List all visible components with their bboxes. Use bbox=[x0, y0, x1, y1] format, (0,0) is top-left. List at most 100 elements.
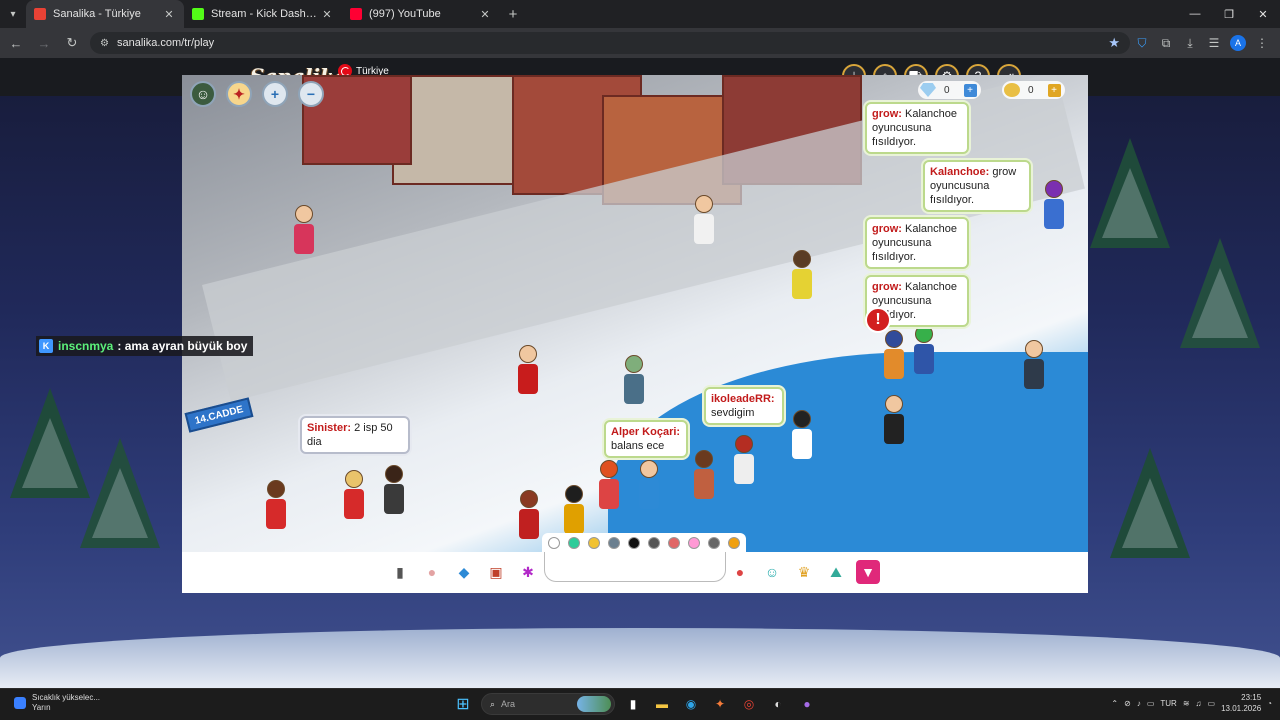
zoom-in-icon[interactable]: + bbox=[262, 81, 288, 107]
diamond-counter: 0 + bbox=[918, 81, 981, 99]
friends-icon[interactable]: ☺ bbox=[760, 560, 784, 584]
player-avatar[interactable] bbox=[382, 465, 406, 515]
download-icon[interactable]: ⤓ bbox=[1178, 32, 1202, 54]
player-avatar[interactable] bbox=[882, 395, 906, 445]
taskbar-search[interactable]: ⌕ Ara bbox=[481, 693, 615, 715]
player-avatar[interactable] bbox=[882, 330, 906, 380]
chrome-icon[interactable]: ◎ bbox=[738, 693, 760, 715]
tab-kick-dashboard[interactable]: Stream - Kick Dashboard ✕ bbox=[184, 0, 342, 28]
menu-toggle-icon[interactable]: ▼ bbox=[856, 560, 880, 584]
player-avatar[interactable] bbox=[1042, 180, 1066, 230]
weather-widget[interactable]: Sıcaklık yükselec... Yarın bbox=[14, 693, 100, 713]
color-swatch-pink[interactable] bbox=[688, 537, 700, 549]
tab-sanalika[interactable]: Sanalika - Türkiye ✕ bbox=[26, 0, 184, 28]
tray-overflow-icon[interactable]: ⌃ bbox=[1111, 699, 1118, 708]
buy-coins-button[interactable]: + bbox=[1047, 83, 1061, 97]
obs-icon[interactable]: ◐ bbox=[767, 693, 789, 715]
player-avatar[interactable] bbox=[517, 490, 541, 540]
bookmark-star-icon[interactable]: ★ bbox=[1108, 35, 1120, 51]
alert-icon[interactable]: ! bbox=[865, 307, 891, 333]
search-highlight-image bbox=[577, 696, 611, 712]
buy-diamonds-button[interactable]: + bbox=[963, 83, 977, 97]
color-swatch-yellow[interactable] bbox=[588, 537, 600, 549]
emote-icon[interactable]: ● bbox=[420, 560, 444, 584]
file-explorer-icon[interactable]: ▬ bbox=[651, 693, 673, 715]
profile-avatar[interactable]: A bbox=[1230, 35, 1246, 51]
mic-icon[interactable]: ♪ bbox=[1137, 699, 1141, 708]
reading-list-icon[interactable]: ☰ bbox=[1202, 32, 1226, 54]
browser-toolbar: ← → ↻ ⚙ sanalika.com/tr/play ★ ⛉ ⧉ ⤓ ☰ A… bbox=[0, 28, 1280, 58]
chat-bubbles-icon[interactable]: ● bbox=[728, 560, 752, 584]
start-icon[interactable]: ⊞ bbox=[452, 693, 474, 715]
player-avatar[interactable] bbox=[597, 460, 621, 510]
player-avatar[interactable] bbox=[516, 345, 540, 395]
phone-icon[interactable]: ▮ bbox=[388, 560, 412, 584]
player-avatar[interactable] bbox=[292, 205, 316, 255]
player-avatar[interactable] bbox=[1022, 340, 1046, 390]
network-icon[interactable]: ⊘ bbox=[1124, 699, 1131, 708]
dance-icon[interactable]: ✱ bbox=[516, 560, 540, 584]
pet-icon[interactable]: ◆ bbox=[452, 560, 476, 584]
tray-app-icon[interactable]: ▭ bbox=[1147, 699, 1155, 708]
chat-bubble: Alper Koçari: balans ece bbox=[604, 420, 688, 458]
chat-input[interactable] bbox=[544, 552, 726, 582]
color-swatch-orange[interactable] bbox=[728, 537, 740, 549]
color-swatch-darkgray[interactable] bbox=[708, 537, 720, 549]
zoom-out-icon[interactable]: − bbox=[298, 81, 324, 107]
game-toolbar: ▮ ● ◆ ▣ ✱ ● ☺ ♛ ⛰ ▼ bbox=[182, 552, 1088, 593]
player-avatar[interactable] bbox=[692, 450, 716, 500]
close-tab-icon[interactable]: ✕ bbox=[478, 8, 492, 21]
close-tab-icon[interactable]: ✕ bbox=[320, 8, 334, 21]
player-avatar[interactable] bbox=[732, 435, 756, 485]
close-tab-icon[interactable]: ✕ bbox=[162, 8, 176, 21]
player-avatar[interactable] bbox=[637, 460, 661, 510]
player-avatar[interactable] bbox=[912, 325, 936, 375]
player-avatar[interactable] bbox=[264, 480, 288, 530]
player-avatar[interactable] bbox=[790, 250, 814, 300]
address-bar[interactable]: ⚙ sanalika.com/tr/play ★ bbox=[90, 32, 1130, 54]
wifi-icon[interactable]: ≋ bbox=[1183, 699, 1190, 708]
color-swatch-gray[interactable] bbox=[648, 537, 660, 549]
player-avatar[interactable] bbox=[622, 355, 646, 405]
player-avatar[interactable] bbox=[790, 410, 814, 460]
clock-time: 23:15 bbox=[1241, 693, 1262, 702]
color-swatch-white[interactable] bbox=[548, 537, 560, 549]
minimize-icon[interactable]: — bbox=[1178, 0, 1212, 28]
close-window-icon[interactable]: ✕ bbox=[1246, 0, 1280, 28]
forward-icon[interactable]: → bbox=[32, 31, 56, 55]
back-icon[interactable]: ← bbox=[4, 31, 28, 55]
clock[interactable]: 23:15 13.01.2026 bbox=[1221, 692, 1261, 714]
notifications-icon[interactable]: ◔ bbox=[1267, 699, 1272, 708]
site-info-icon[interactable]: ⚙ bbox=[100, 38, 109, 49]
volume-icon[interactable]: ♫ bbox=[1196, 699, 1202, 708]
shield-extension-icon[interactable]: ⛉ bbox=[1130, 32, 1154, 54]
bag-icon[interactable]: ▣ bbox=[484, 560, 508, 584]
battery-icon[interactable]: ▭ bbox=[1208, 699, 1216, 708]
color-swatch-slate[interactable] bbox=[608, 537, 620, 549]
gift-icon[interactable]: ✦ bbox=[226, 81, 252, 107]
tab-search-icon[interactable]: ▾ bbox=[0, 0, 26, 28]
player-avatar[interactable] bbox=[342, 470, 366, 520]
color-swatch-red[interactable] bbox=[668, 537, 680, 549]
avatar-icon[interactable]: ☺ bbox=[190, 81, 216, 107]
map-icon[interactable]: ⛰ bbox=[824, 560, 848, 584]
menu-dots-icon[interactable]: ⋮ bbox=[1250, 32, 1274, 54]
edge-icon[interactable]: ◉ bbox=[680, 693, 702, 715]
color-swatch-black[interactable] bbox=[628, 537, 640, 549]
player-avatar[interactable] bbox=[692, 195, 716, 245]
task-view-icon[interactable]: ▮ bbox=[622, 693, 644, 715]
app-icon[interactable]: ● bbox=[796, 693, 818, 715]
coin-count: 0 bbox=[1028, 84, 1034, 96]
clock-date: 13.01.2026 bbox=[1221, 704, 1262, 713]
game-canvas[interactable]: ☺ ✦ + − 0 + 0 + 14.CADDE grow: Kalanchoe… bbox=[182, 75, 1088, 552]
trophy-icon[interactable]: ♛ bbox=[792, 560, 816, 584]
extensions-icon[interactable]: ⧉ bbox=[1154, 32, 1178, 54]
tab-youtube[interactable]: (997) YouTube ✕ bbox=[342, 0, 500, 28]
player-avatar[interactable] bbox=[562, 485, 586, 535]
reload-icon[interactable]: ↻ bbox=[60, 31, 84, 55]
new-tab-button[interactable]: + bbox=[500, 6, 526, 23]
color-swatch-teal[interactable] bbox=[568, 537, 580, 549]
input-language[interactable]: TUR bbox=[1160, 699, 1176, 708]
copilot-icon[interactable]: ✦ bbox=[709, 693, 731, 715]
maximize-icon[interactable]: ❐ bbox=[1212, 0, 1246, 28]
